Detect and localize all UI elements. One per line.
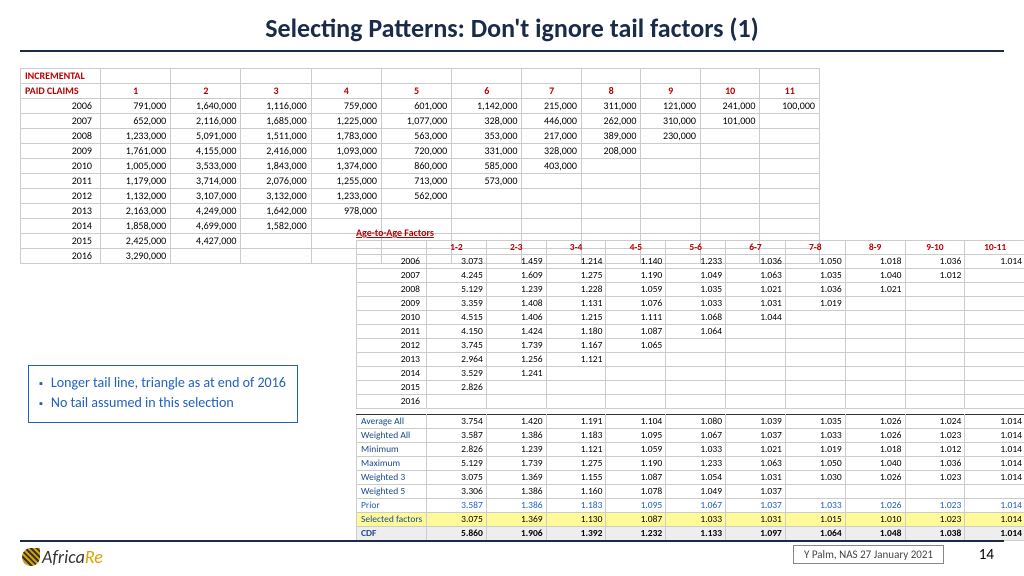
logo-icon (22, 548, 40, 566)
callout-bullet: No tail assumed in this selection (39, 394, 287, 411)
content: INCREMENTALPAID CLAIMS123456789101120067… (20, 68, 1004, 264)
title-rule (20, 50, 1004, 52)
ata-table: 1-22-33-44-55-66-77-88-99-1010-1120063.0… (356, 240, 1024, 541)
callout-bullet: Longer tail line, triangle as at end of … (39, 374, 287, 391)
logo: AfricaRe (22, 546, 103, 568)
page-number: 14 (979, 546, 994, 564)
credit: Y Palm, NAS 27 January 2021 (793, 545, 944, 564)
callout-box: Longer tail line, triangle as at end of … (28, 365, 298, 423)
ata-wrap: Age-to-Age Factors 1-22-33-44-55-66-77-8… (356, 226, 1024, 541)
ata-title: Age-to-Age Factors (356, 226, 1024, 240)
page-title: Selecting Patterns: Don't ignore tail fa… (0, 0, 1024, 50)
footer: AfricaRe Y Palm, NAS 27 January 2021 14 (0, 540, 1024, 570)
